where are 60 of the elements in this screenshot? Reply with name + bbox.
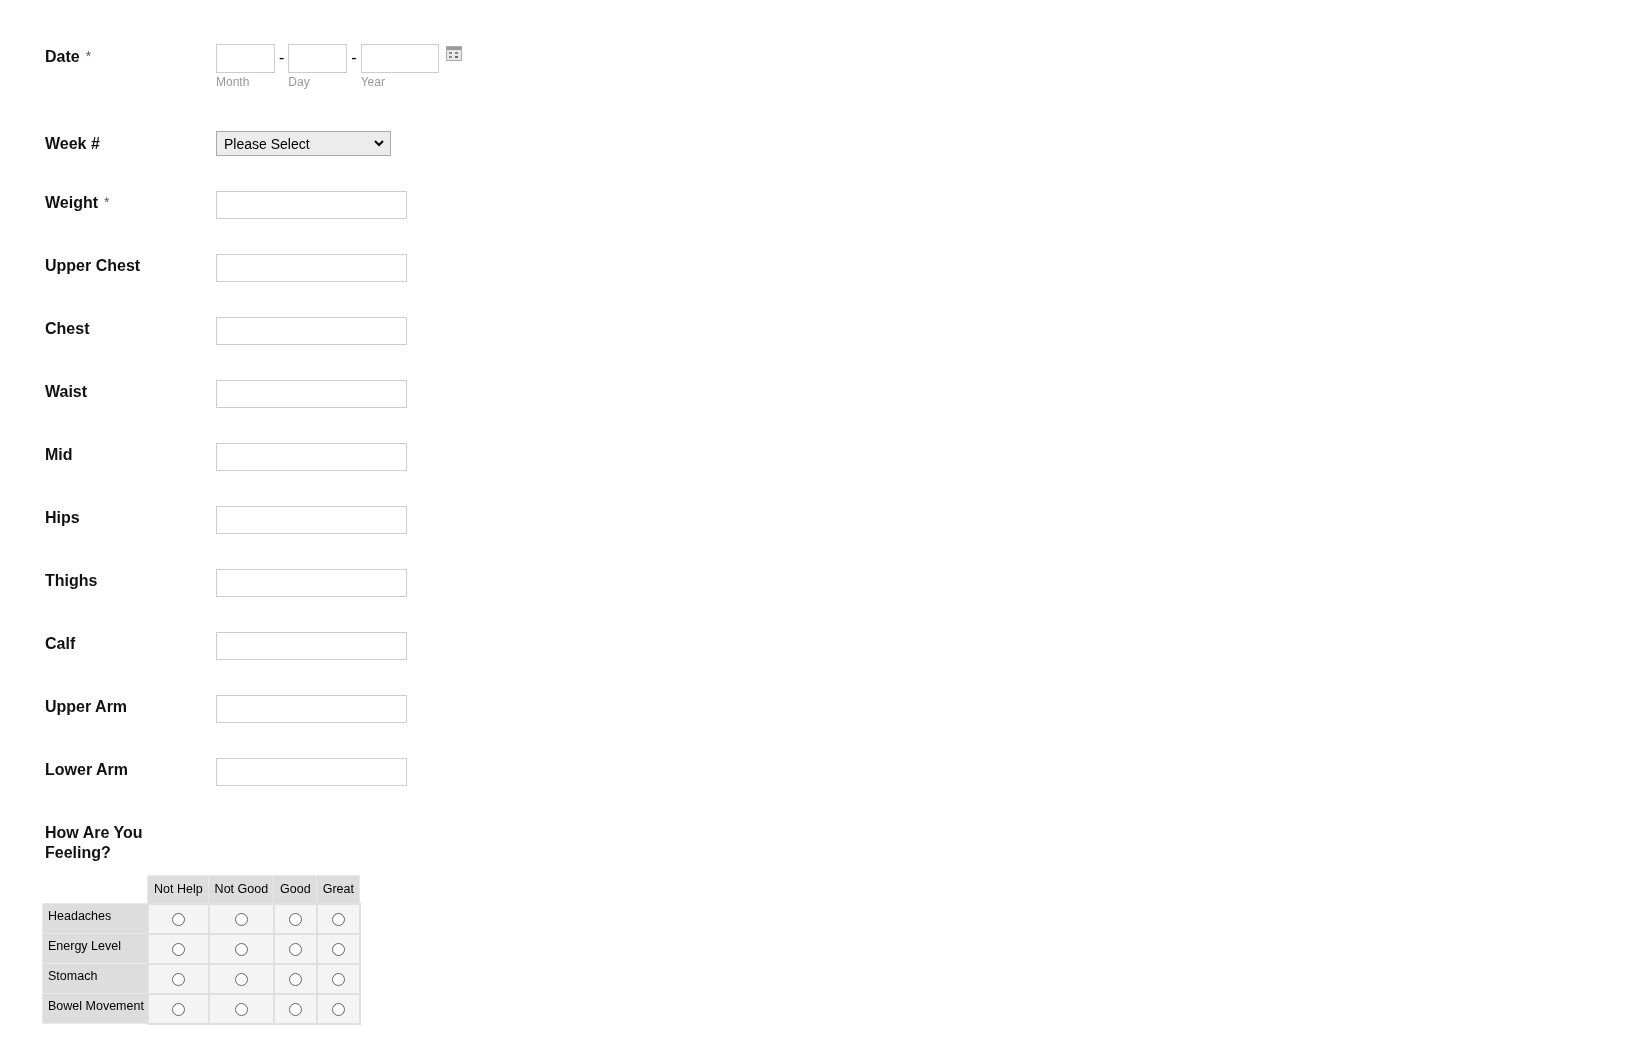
radio-button[interactable] — [234, 972, 248, 986]
field-label: Upper Chest — [45, 257, 141, 274]
radio-button[interactable] — [234, 1002, 248, 1016]
text-input[interactable] — [216, 506, 407, 534]
radio-button[interactable] — [288, 1002, 302, 1016]
row-header: Energy Level — [42, 933, 148, 964]
date-input[interactable] — [216, 44, 275, 73]
text-input[interactable] — [216, 317, 407, 345]
radio-button[interactable] — [331, 942, 345, 956]
text-input[interactable] — [216, 758, 407, 786]
text-input[interactable] — [216, 443, 407, 471]
text-input[interactable] — [216, 380, 407, 408]
radio-button[interactable] — [288, 942, 302, 956]
date-input[interactable] — [360, 44, 439, 73]
radio-button[interactable] — [171, 942, 185, 956]
field-label: Chest — [45, 320, 90, 337]
date-separator: - — [278, 48, 286, 67]
field-label: Week # — [45, 135, 100, 152]
chevron-down-icon — [374, 140, 384, 147]
column-header: Not Help — [147, 875, 209, 904]
column-header: Great — [316, 875, 360, 904]
radio-button[interactable] — [288, 972, 302, 986]
field-label: Date — [45, 48, 80, 65]
field-label: Weight — [45, 194, 99, 211]
radio-button[interactable] — [288, 912, 302, 926]
radio-button[interactable] — [331, 912, 345, 926]
sublabel: Day — [288, 75, 311, 89]
text-input[interactable] — [216, 569, 407, 597]
field-label: Waist — [45, 383, 88, 400]
field-label: Thighs — [45, 572, 98, 589]
text-input[interactable] — [216, 191, 407, 219]
field-label: Calf — [45, 635, 76, 652]
field-label: Lower Arm — [45, 761, 128, 778]
sublabel: Year — [360, 75, 386, 89]
radio-button[interactable] — [234, 942, 248, 956]
required-mark: * — [85, 48, 92, 64]
column-header: Good — [273, 875, 317, 904]
row-header: Headaches — [42, 903, 148, 934]
radio-button[interactable] — [171, 912, 185, 926]
radio-button[interactable] — [331, 1002, 345, 1016]
radio-button[interactable] — [171, 972, 185, 986]
text-input[interactable] — [216, 695, 407, 723]
text-input[interactable] — [216, 632, 407, 660]
field-label: How Are You Feeling? — [45, 823, 144, 863]
field-label: Upper Arm — [45, 698, 128, 715]
row-header: Bowel Movement — [42, 993, 148, 1024]
date-separator: - — [350, 48, 358, 67]
calendar-icon[interactable] — [445, 46, 462, 61]
date-input[interactable] — [288, 44, 348, 73]
required-mark: * — [104, 194, 110, 210]
field-label: Mid — [45, 446, 73, 463]
week-dropdown[interactable]: Please Select — [216, 131, 391, 156]
column-header: Not Good — [208, 875, 274, 904]
sublabel: Month — [216, 75, 251, 89]
radio-button[interactable] — [331, 972, 345, 986]
field-label: Hips — [45, 509, 80, 526]
radio-button[interactable] — [234, 912, 248, 926]
text-input[interactable] — [216, 254, 407, 282]
radio-button[interactable] — [171, 1002, 185, 1016]
row-header: Stomach — [42, 963, 148, 994]
